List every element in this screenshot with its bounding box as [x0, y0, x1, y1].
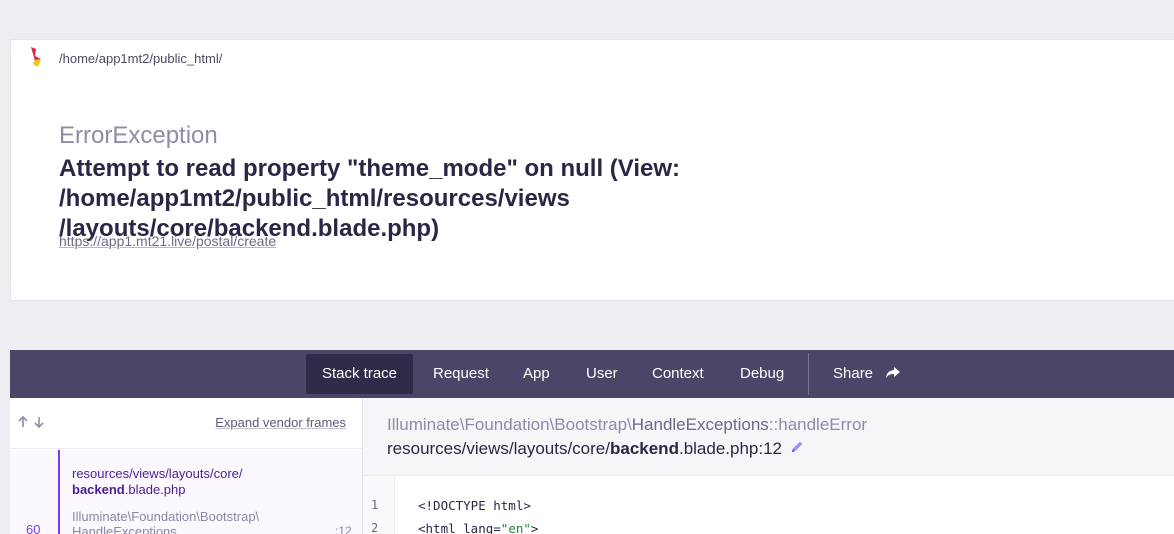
line-number-gutter	[363, 476, 395, 534]
frame-detail-class: Illuminate\Foundation\Bootstrap\HandleEx…	[387, 415, 867, 435]
nav-divider	[808, 353, 809, 395]
exception-message-line1: Attempt to read property "theme_mode" on…	[59, 155, 681, 212]
frame-file: resources/views/layouts/core/ backend.bl…	[72, 466, 243, 498]
sidebar-header: Expand vendor frames	[10, 398, 362, 449]
frame-file-name: backend.blade.php	[72, 482, 186, 497]
arrow-up-icon[interactable]	[17, 415, 29, 433]
detail-class-name: HandleExceptions	[631, 415, 769, 434]
frame-navigation	[17, 415, 45, 433]
frame-file-path: resources/views/layouts/core/	[72, 466, 243, 481]
tab-stack-trace[interactable]: Stack trace	[306, 354, 414, 394]
stack-frame-selected[interactable]: resources/views/layouts/core/ backend.bl…	[10, 450, 362, 534]
edit-pencil-icon[interactable]	[790, 439, 804, 459]
frame-detail-file: resources/views/layouts/core/backend .bla…	[387, 439, 804, 459]
tab-debug[interactable]: Debug	[724, 354, 800, 394]
tab-nav: Stack trace Request App User Context Deb…	[10, 350, 1174, 398]
frame-class-name: HandleExceptions	[72, 524, 177, 534]
share-label: Share	[833, 365, 874, 382]
ignition-logo-icon	[11, 39, 59, 77]
frame-detail-header: Illuminate\Foundation\Bootstrap\HandleEx…	[363, 398, 1174, 476]
stack-frames-sidebar: Expand vendor frames resources/views/lay…	[10, 398, 363, 534]
detail-method: ::handleError	[768, 415, 868, 434]
tab-context[interactable]: Context	[636, 354, 720, 394]
code-line: <!DOCTYPE html>	[418, 498, 531, 513]
code-line: <html lang="en">	[418, 521, 539, 534]
tab-request[interactable]: Request	[417, 354, 505, 394]
share-arrow-icon	[885, 356, 901, 396]
frame-class: Illuminate\Foundation\Bootstrap\ HandleE…	[72, 509, 259, 534]
project-path: /home/app1mt2/public_html/	[59, 50, 223, 66]
code-snippet: 1 <!DOCTYPE html> 2 <html lang="en">	[363, 476, 1174, 534]
exception-message: Attempt to read property "theme_mode" on…	[59, 154, 1169, 244]
detail-file-ext: .blade.php:12	[678, 439, 783, 458]
detail-class-namespace: Illuminate\Foundation\Bootstrap\	[387, 415, 632, 434]
code-line-number: 2	[371, 521, 379, 534]
detail-file-path: resources/views/layouts/core/	[387, 439, 610, 458]
tab-user[interactable]: User	[570, 354, 634, 394]
frame-selection-bar	[58, 450, 60, 534]
detail-file-name: backend	[609, 439, 679, 458]
frame-class-namespace: Illuminate\Foundation\Bootstrap\	[72, 509, 260, 524]
path-bar: /home/app1mt2/public_html/	[10, 39, 1174, 77]
code-line-number: 1	[371, 498, 379, 512]
request-url-link[interactable]: https://app1.mt21.live/postal/create	[59, 233, 276, 249]
frame-number: 60	[26, 522, 41, 534]
expand-vendor-frames-button[interactable]: Expand vendor frames	[215, 415, 346, 430]
error-card: ErrorException Attempt to read property …	[10, 76, 1174, 301]
frame-line-number: :12	[335, 524, 352, 534]
arrow-down-icon[interactable]	[33, 415, 45, 433]
tab-app[interactable]: App	[507, 354, 566, 394]
frame-detail-panel: Illuminate\Foundation\Bootstrap\HandleEx…	[363, 398, 1174, 534]
exception-class: ErrorException	[59, 122, 218, 149]
share-button[interactable]: Share	[817, 354, 917, 394]
